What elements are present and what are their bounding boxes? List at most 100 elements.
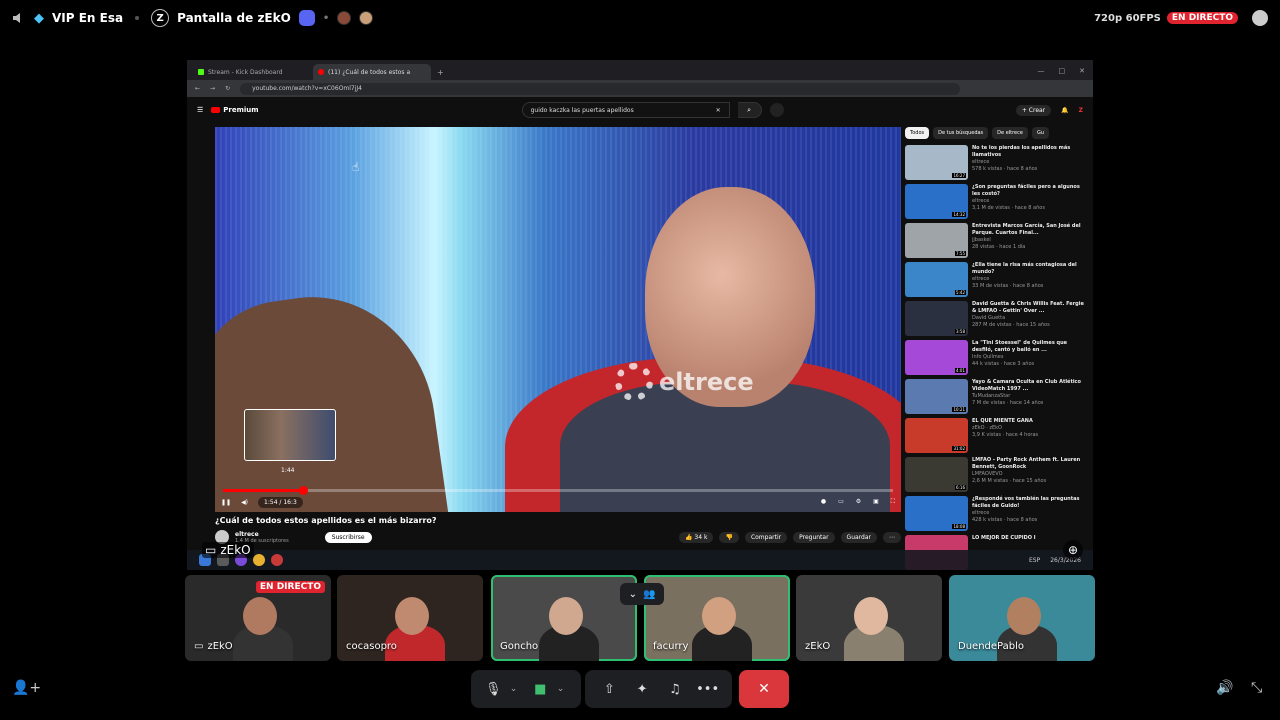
close-icon[interactable]: ✕ (1079, 67, 1085, 75)
video-title[interactable]: ¿Respondé vos también las preguntas fáci… (972, 496, 1085, 510)
search-icon[interactable]: ⌕ (737, 102, 762, 118)
back-icon[interactable]: ← (195, 85, 200, 92)
recommendation-item[interactable]: 5:42 ¿Ella tiene la risa más contagiosa d… (905, 262, 1085, 301)
video-title[interactable]: No te los pierdas los apellidos más llam… (972, 145, 1085, 159)
video-title[interactable]: ¿Ella tiene la risa más contagiosa del m… (972, 262, 1085, 276)
reload-icon[interactable]: ↻ (225, 85, 230, 92)
browser-tab[interactable]: Stream - Kick Dashboard (193, 64, 311, 80)
recommendation-item[interactable]: 10:21 Yayo & Camara Oculta en Club Atléti… (905, 379, 1085, 418)
participant-tile[interactable]: facurry (644, 575, 790, 661)
chevron-down-icon[interactable]: ⌄ (629, 589, 637, 600)
participant-tile[interactable]: ▭ zEkO EN DIRECTO (185, 575, 331, 661)
autoplay-icon[interactable]: ● (821, 498, 826, 506)
video-thumbnail[interactable]: 16:27 (905, 145, 968, 180)
browser-tab-active[interactable]: (11) ¿Cuál de todos estos a (313, 64, 431, 80)
subscribe-button[interactable]: Suscribirse (324, 531, 372, 543)
video-thumbnail[interactable]: 14:32 (905, 184, 968, 219)
app-icon[interactable] (271, 554, 283, 566)
video-thumbnail[interactable]: 10:21 (905, 379, 968, 414)
video-thumbnail[interactable]: 3:58 (905, 301, 968, 336)
ask-button[interactable]: Preguntar (793, 531, 835, 543)
viewer-avatar[interactable] (337, 11, 352, 25)
notifications-icon[interactable]: 🔔 (1061, 107, 1068, 114)
recommendation-item[interactable]: 31:02 EL QUE MIENTE GANA zEkO · zEkO 3,9 K … (905, 418, 1085, 457)
video-title[interactable]: David Guetta & Chris Willis Feat. Fergie… (972, 301, 1085, 315)
chevron-down-icon[interactable]: ⌄ (557, 684, 571, 694)
video-title[interactable]: ¿Son preguntas fáciles pero a algunos le… (972, 184, 1085, 198)
maximize-icon[interactable]: □ (1059, 67, 1066, 75)
participant-tile[interactable]: zEkO (796, 575, 942, 661)
chat-icon[interactable] (1252, 10, 1268, 26)
viewer-avatar[interactable] (359, 11, 374, 25)
clear-icon[interactable]: ✕ (716, 107, 721, 114)
activities-icon[interactable]: ✦ (630, 677, 654, 701)
channel-name[interactable]: eltrece (235, 531, 289, 538)
invite-icon[interactable]: 👤+ (12, 680, 41, 696)
camera-icon[interactable]: ■ (528, 677, 552, 701)
more-icon[interactable]: ••• (696, 677, 720, 701)
participants-popover[interactable]: ⌄ 👥 (620, 583, 664, 605)
video-thumbnail[interactable]: 4:01 (905, 340, 968, 375)
voice-search-icon[interactable] (769, 103, 784, 117)
fullscreen-icon[interactable]: ⛶ (891, 498, 895, 506)
forward-icon[interactable]: → (210, 85, 215, 92)
video-title[interactable]: La "Tini Stoessel" de Quilmes que desfil… (972, 340, 1085, 354)
video-title[interactable]: Yayo & Camara Oculta en Club Atlético Vi… (972, 379, 1085, 393)
recommendation-item[interactable]: 3:58 David Guetta & Chris Willis Feat. Fe… (905, 301, 1085, 340)
pause-icon[interactable]: ❚❚ (221, 499, 231, 506)
video-title[interactable]: EL QUE MIENTE GANA (972, 418, 1038, 425)
more-icon[interactable]: ⋯ (883, 531, 901, 543)
server-icon[interactable]: Z (151, 9, 170, 27)
participant-tile[interactable]: cocasopro (337, 575, 483, 661)
recommendation-item[interactable]: 16:27 No te los pierdas los apellidos más… (905, 145, 1085, 184)
filter-chip[interactable]: De eltrece (992, 127, 1028, 139)
url-field[interactable]: youtube.com/watch?v=xC06Oml7jJ4 (240, 82, 961, 95)
hangup-icon[interactable]: ✕ (739, 670, 789, 708)
video-title[interactable]: LMFAO - Party Rock Anthem ft. Lauren Ben… (972, 457, 1085, 471)
video-thumbnail[interactable]: 31:02 (905, 418, 968, 453)
settings-icon[interactable]: ⚙ (856, 498, 861, 506)
recommendation-item[interactable]: 4:01 La "Tini Stoessel" de Quilmes que de… (905, 340, 1085, 379)
save-button[interactable]: Guardar (840, 531, 877, 543)
like-button[interactable]: 👍 34 k (679, 531, 714, 543)
fullscreen-exit-icon[interactable]: ⤡ (1251, 680, 1262, 696)
recommendation-item[interactable]: 7:55 Entrevista Marcos García, San José d… (905, 223, 1085, 262)
video-player[interactable]: eltrece 1:44 ❚❚ ◀) 1:54 / 16:3 ● ▭ ⚙ ▣ ⛶… (215, 127, 901, 512)
dislike-button[interactable]: 👎 (719, 531, 739, 543)
channel-name[interactable]: VIP En Esa (52, 11, 123, 25)
volume-icon[interactable]: 🔊 (1216, 680, 1233, 696)
account-icon[interactable]: Z (1079, 107, 1083, 114)
video-thumbnail[interactable]: 5:42 (905, 262, 968, 297)
new-tab-icon[interactable]: + (433, 68, 448, 80)
search-input[interactable]: guido kaczka las puertas apellidos ✕ (521, 102, 730, 118)
chevron-down-icon[interactable]: ⌄ (510, 684, 524, 694)
screen-share-icon[interactable]: ⇧ (597, 677, 621, 701)
recommendation-item[interactable]: 14:32 ¿Son preguntas fáciles pero a algun… (905, 184, 1085, 223)
video-title[interactable]: LO MEJOR DE CUPIDO I (972, 535, 1036, 542)
video-thumbnail[interactable]: 18:08 (905, 496, 968, 531)
people-icon[interactable]: 👥 (643, 589, 655, 600)
recommendation-item[interactable]: 6:16 LMFAO - Party Rock Anthem ft. Lauren… (905, 457, 1085, 496)
progress-bar[interactable] (223, 486, 893, 495)
chrome-icon[interactable] (253, 554, 265, 566)
filter-chip[interactable]: Todos (905, 127, 930, 139)
share-button[interactable]: Compartir (744, 531, 788, 543)
filter-chip[interactable]: Gu (1031, 127, 1050, 139)
minimize-icon[interactable]: — (1038, 67, 1045, 75)
menu-icon[interactable]: ☰ (197, 106, 203, 114)
recommendation-item[interactable]: 18:08 ¿Respondé vos también las preguntas… (905, 496, 1085, 535)
youtube-logo[interactable]: Premium (211, 106, 259, 114)
speaker-hide-icon[interactable] (10, 10, 26, 26)
miniplayer-icon[interactable]: ▣ (873, 498, 879, 506)
language-indicator[interactable]: ESP (1029, 557, 1040, 564)
video-thumbnail[interactable]: 7:55 (905, 223, 968, 258)
participant-tile[interactable]: DuendePablo (949, 575, 1095, 661)
video-title[interactable]: Entrevista Marcos García, San José del P… (972, 223, 1085, 237)
volume-icon[interactable]: ◀) (241, 499, 248, 506)
soundboard-icon[interactable]: ♫ (663, 677, 687, 701)
shared-screen[interactable]: Stream - Kick Dashboard (11) ¿Cuál de to… (187, 60, 1093, 570)
create-button[interactable]: + Crear (1015, 104, 1052, 116)
filter-chip[interactable]: De tus búsquedas (933, 127, 989, 139)
participant-tile[interactable]: Goncho (491, 575, 637, 661)
video-thumbnail[interactable]: 6:16 (905, 457, 968, 492)
